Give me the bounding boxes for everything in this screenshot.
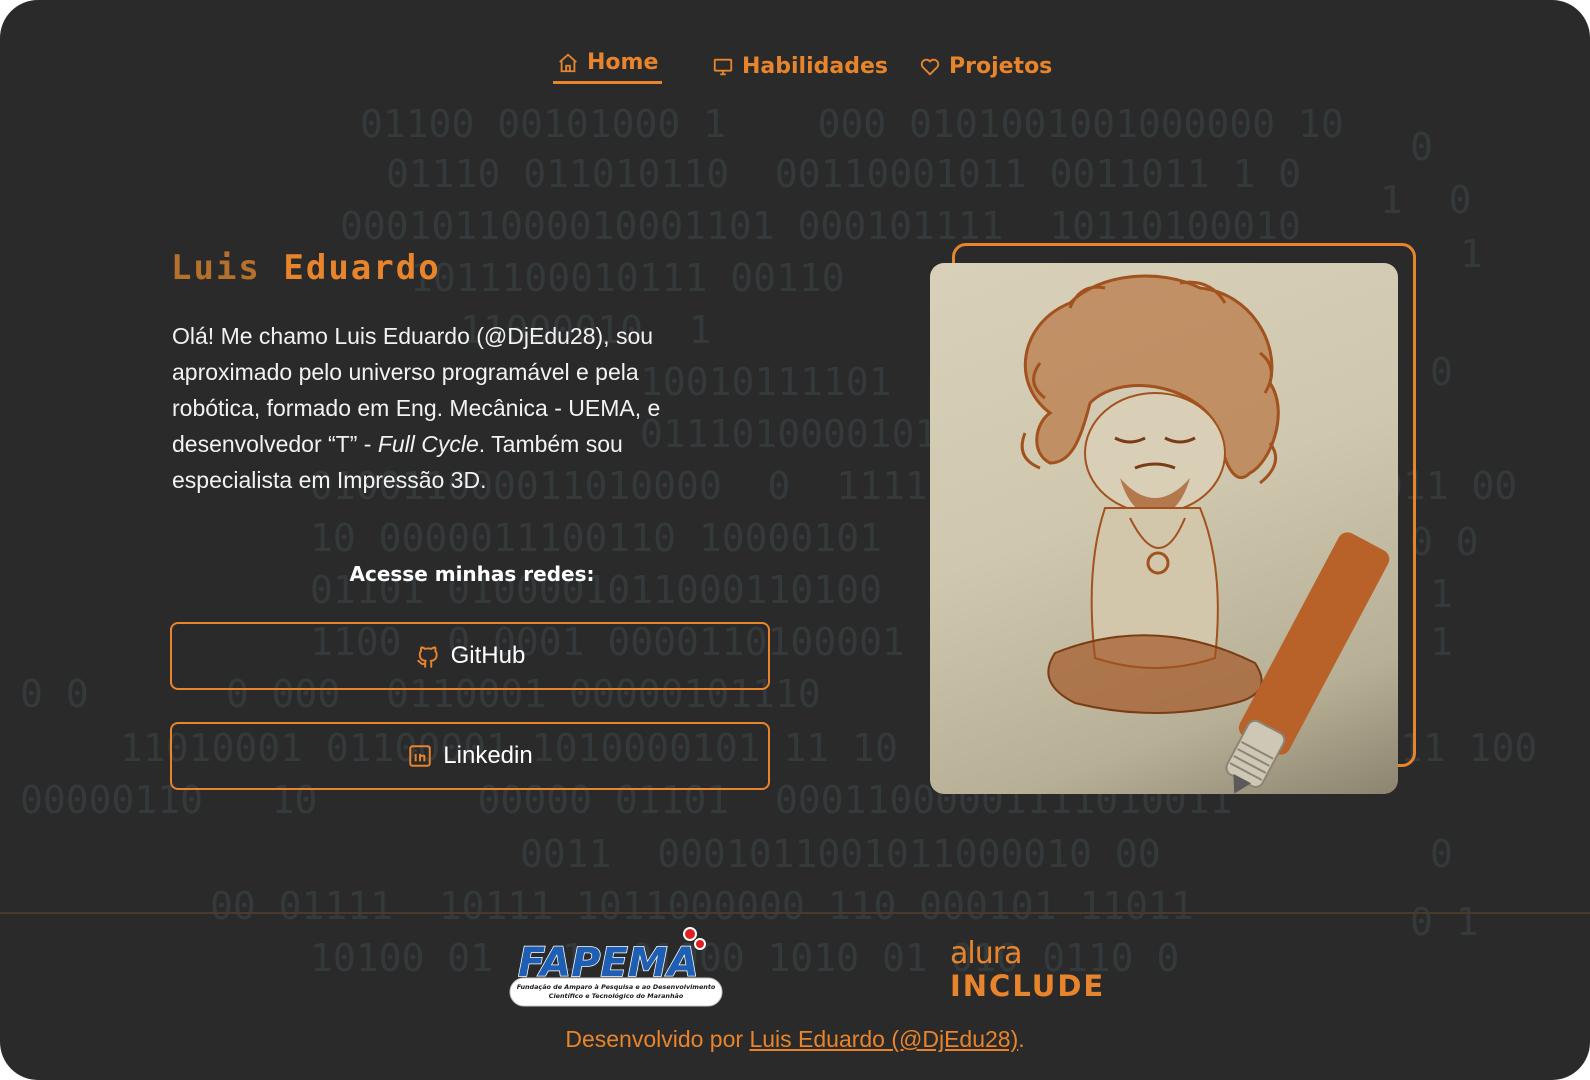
linkedin-icon — [409, 745, 432, 767]
page-title: Luis Eduardo — [171, 248, 441, 288]
github-button[interactable]: GitHub — [170, 622, 770, 690]
networks-title: Acesse minhas redes: — [349, 562, 595, 586]
first-name: Luis — [171, 248, 261, 288]
linkedin-label: Linkedin — [443, 742, 533, 769]
credits-prefix: Desenvolvido por — [565, 1026, 750, 1052]
nav-projetos[interactable]: Projetos — [919, 54, 1052, 79]
svg-text:Fundação de Amparo à Pesquisa: Fundação de Amparo à Pesquisa e ao Desen… — [517, 983, 716, 991]
nav-home[interactable]: Home — [553, 50, 663, 84]
profile-drawing — [930, 263, 1398, 794]
author-link[interactable]: Luis Eduardo (@DjEdu28) — [749, 1026, 1018, 1052]
nav-habilidades-label: Habilidades — [742, 54, 888, 79]
heart-icon — [920, 58, 940, 76]
fapema-logo: FAPEMA Fundação de Amparo à Pesquisa e a… — [508, 926, 724, 1010]
svg-text:FAPEMA: FAPEMA — [518, 940, 699, 986]
alura-logo-top: alura — [950, 936, 1022, 971]
bio-text: Olá! Me chamo Luis Eduardo (@DjEdu28), s… — [172, 318, 692, 498]
nav-habilidades[interactable]: Habilidades — [712, 54, 888, 79]
bio-italic: Full Cycle — [377, 431, 479, 457]
github-icon — [416, 646, 438, 668]
home-icon — [559, 53, 577, 72]
monitor-icon — [713, 58, 733, 75]
nav-home-label: Home — [587, 50, 659, 75]
footer-credits: Desenvolvido por Luis Eduardo (@DjEdu28)… — [0, 1026, 1590, 1053]
github-label: GitHub — [450, 642, 526, 669]
linkedin-button[interactable]: Linkedin — [170, 722, 770, 790]
top-nav: Home Habilidades Projetos — [0, 46, 1590, 96]
footer-divider — [0, 912, 1590, 914]
alura-include-logo: alura INCLUDE — [950, 936, 1106, 1003]
last-name: Eduardo — [283, 248, 441, 288]
alura-logo-bottom: INCLUDE — [950, 969, 1106, 1003]
svg-text:Científico e Tecnológico do Ma: Científico e Tecnológico do Maranhão — [549, 992, 684, 1000]
credits-suffix: . — [1018, 1026, 1025, 1052]
page-window: 01100 00101000 1 000 0101001001000000 10… — [0, 0, 1590, 1080]
nav-projetos-label: Projetos — [949, 54, 1053, 79]
